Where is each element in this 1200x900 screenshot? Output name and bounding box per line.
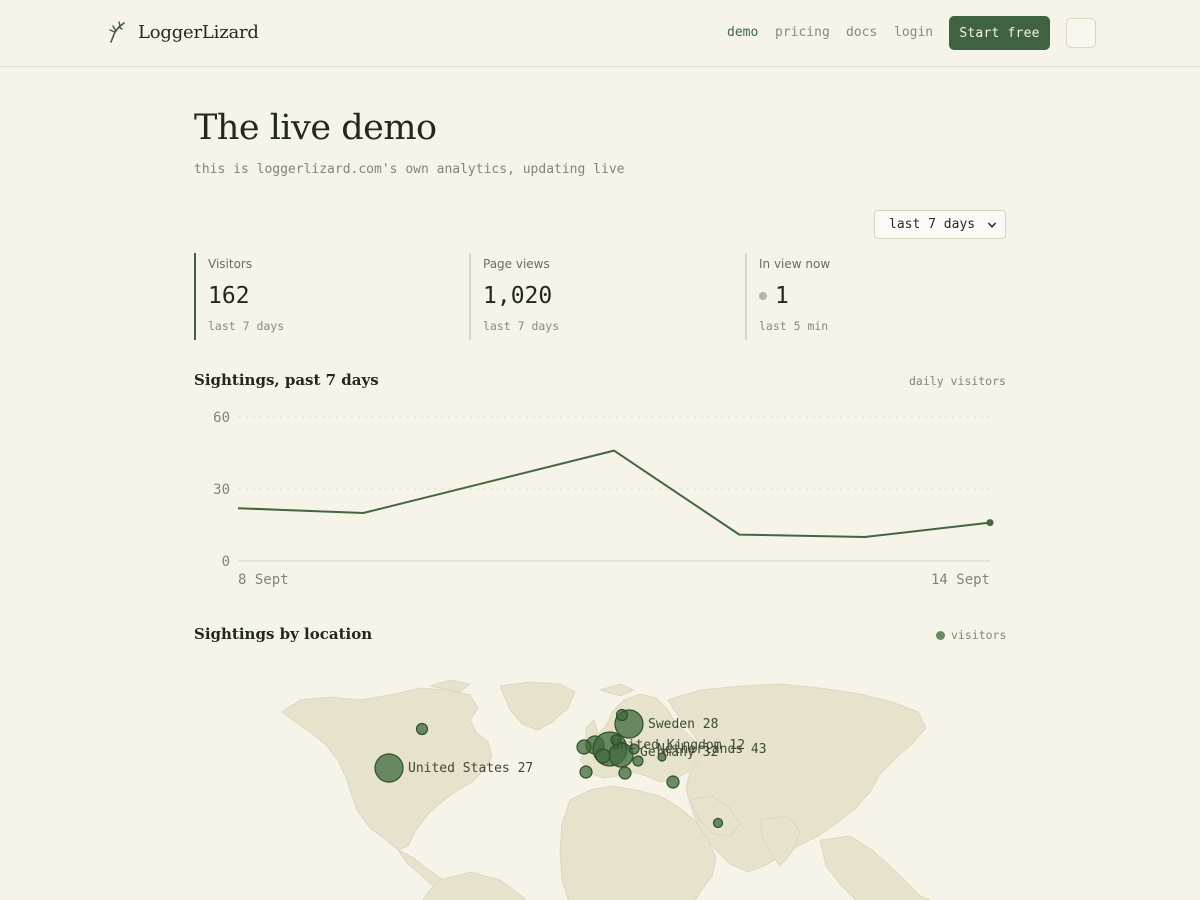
legend-dot-icon <box>936 630 945 640</box>
bubble-norway <box>615 708 629 722</box>
brand[interactable]: LoggerLizard <box>106 20 259 44</box>
x-tick-label: 8 Sept <box>238 572 289 588</box>
world-map: Sweden 28 United Kingdom 12 Netherlands … <box>281 679 932 900</box>
land-masses <box>281 679 932 900</box>
nav-pricing[interactable]: pricing <box>775 25 830 40</box>
bubble-switzerland <box>618 766 632 780</box>
page-subtitle: this is loggerlizard.com's own analytics… <box>194 162 625 177</box>
stat-sub: last 7 days <box>208 319 285 333</box>
stat-value-text: 1 <box>775 283 789 309</box>
data-point-latest[interactable] <box>986 519 994 527</box>
brand-name: LoggerLizard <box>138 21 259 43</box>
y-tick-label: 60 <box>213 410 230 426</box>
stat-visitors: Visitors 162 last 7 days <box>194 253 464 340</box>
nav-demo[interactable]: demo <box>727 25 758 40</box>
stat-value: 1,020 <box>483 283 739 309</box>
y-tick-label: 0 <box>222 554 230 570</box>
land-se-asia <box>819 835 932 900</box>
map-legend: visitors <box>936 628 1006 642</box>
stat-sub: last 7 days <box>483 319 560 333</box>
stat-value-text: 162 <box>208 283 250 309</box>
stat-in-view-now: In view now 1 last 5 min <box>745 253 1006 340</box>
legend-label: visitors <box>951 628 1007 642</box>
bubble-canada <box>415 722 429 736</box>
nav-docs[interactable]: docs <box>846 25 877 40</box>
date-range-value: last 7 days <box>889 217 976 232</box>
bubble-ireland <box>576 739 592 755</box>
lizard-logo-icon <box>109 21 125 43</box>
stat-page-views: Page views 1,020 last 7 days <box>469 253 739 340</box>
stat-value: 162 <box>208 283 464 309</box>
chevron-down-icon <box>987 222 997 228</box>
map-label-germany: Germany 32 <box>640 745 718 760</box>
bubble-united-states <box>374 753 404 783</box>
map-label-united-states: United States 27 <box>408 761 533 776</box>
date-range-select[interactable]: last 7 days <box>874 210 1006 239</box>
x-tick-label: 14 Sept <box>931 572 990 588</box>
start-free-button[interactable]: Start free <box>949 16 1050 50</box>
stat-label: Page views <box>483 257 550 271</box>
stat-label: In view now <box>759 257 831 271</box>
visitors-line-chart: 0 30 60 8 Sept 14 Sept <box>213 410 994 588</box>
location-title: Sightings by location <box>194 625 373 643</box>
bubble-france <box>579 765 593 779</box>
land-greenland <box>499 681 576 731</box>
series-line-daily-visitors <box>237 449 991 539</box>
stat-value: 1 <box>759 283 1006 309</box>
top-bar: LoggerLizard demo pricing docs login Sta… <box>0 0 1200 67</box>
map-label-sweden: Sweden 28 <box>648 717 718 732</box>
moon-icon <box>1077 28 1084 37</box>
theme-toggle-button[interactable] <box>1066 18 1096 48</box>
nav-login[interactable]: login <box>894 25 933 40</box>
y-tick-label: 30 <box>213 482 230 498</box>
bubble-uae <box>712 817 724 829</box>
stat-value-text: 1,020 <box>483 283 553 309</box>
sightings-note: daily visitors <box>909 374 1006 388</box>
sightings-title: Sightings, past 7 days <box>194 371 379 389</box>
bubble-turkey <box>666 775 680 789</box>
live-indicator-icon <box>759 292 767 300</box>
page-title: The live demo <box>194 108 437 148</box>
bubble-belgium <box>595 748 611 764</box>
stat-label: Visitors <box>208 257 253 271</box>
stat-sub: last 5 min <box>759 319 829 333</box>
